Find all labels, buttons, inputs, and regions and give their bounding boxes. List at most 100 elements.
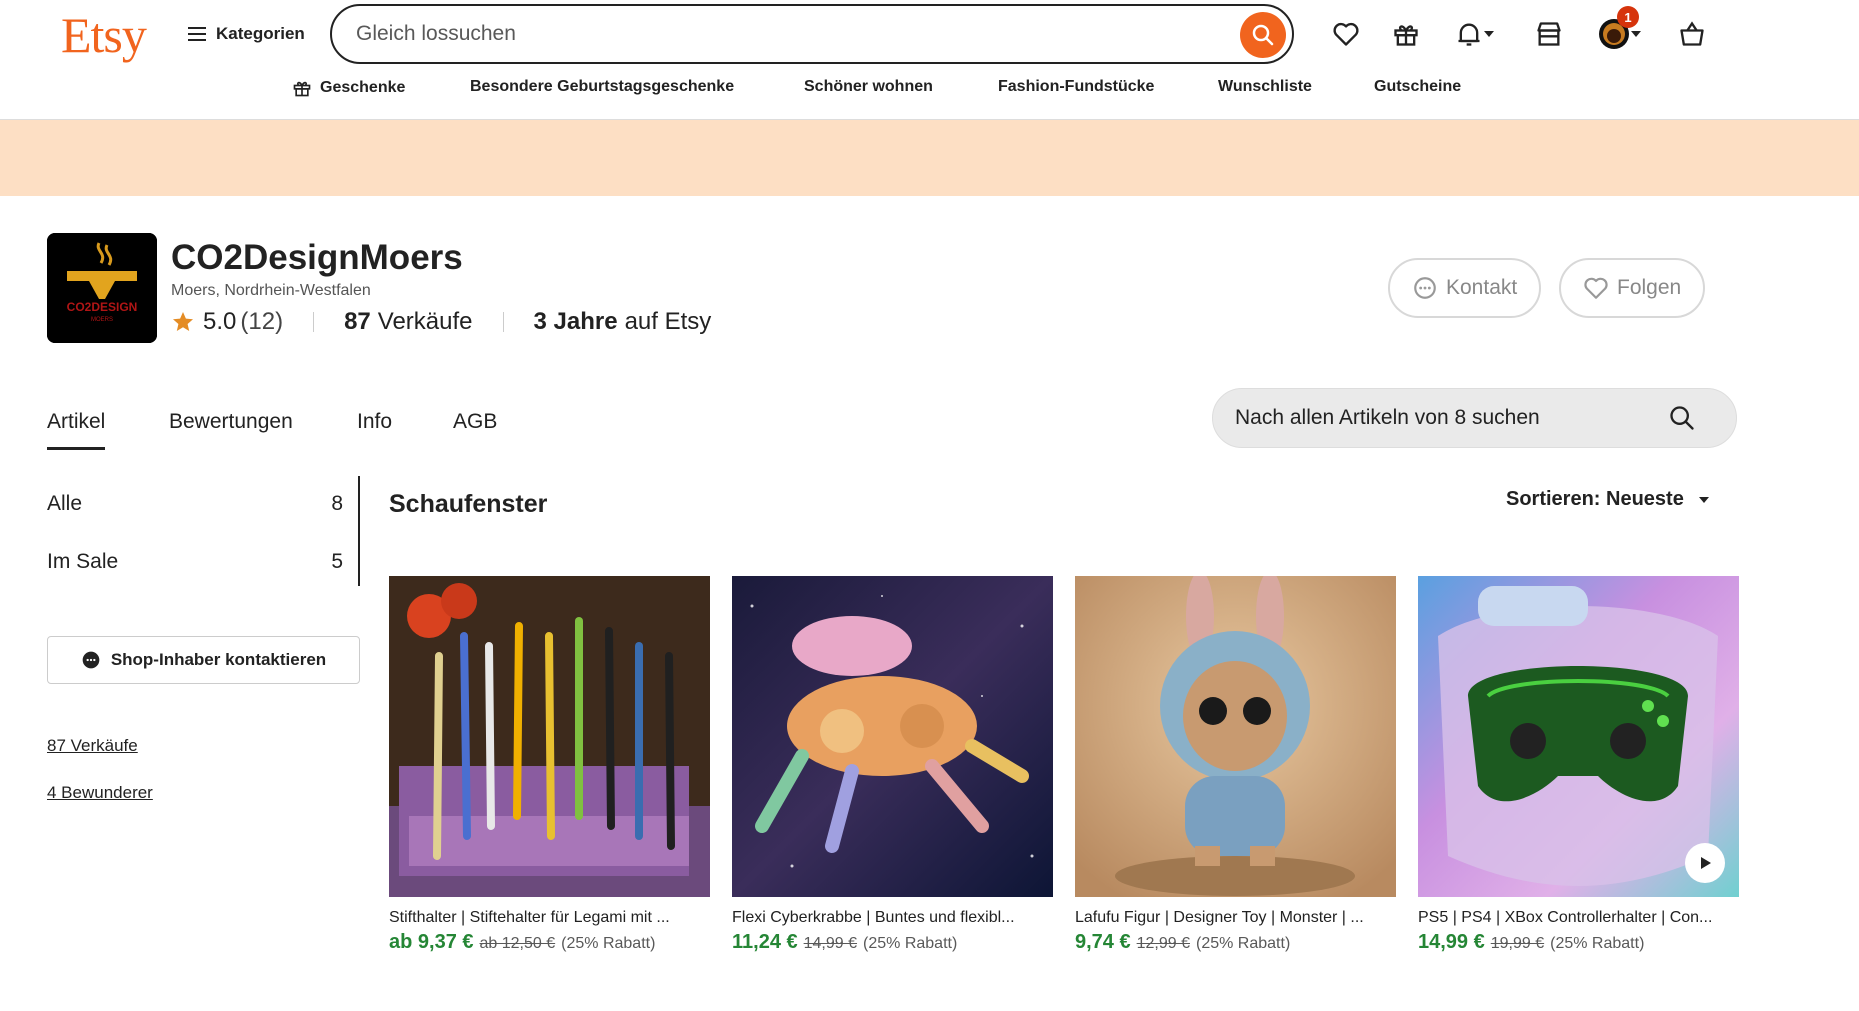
search-icon[interactable] — [1668, 404, 1696, 432]
shop-logo-text: CO2DESIGN — [67, 300, 138, 314]
listing-price-row: 9,74 € 12,99 € (25% Rabatt) — [1075, 931, 1396, 954]
shop-years: 3 Jahre — [533, 308, 618, 335]
star-icon — [173, 312, 193, 331]
favorites-button[interactable] — [1329, 16, 1363, 52]
listing-image[interactable] — [1418, 576, 1739, 897]
listing-price-row: ab 9,37 € ab 12,50 € (25% Rabatt) — [389, 931, 710, 954]
shop-header: CO2DESIGN MOERS CO2DesignMoers Moers, No… — [0, 196, 1859, 376]
gift-icon — [293, 81, 311, 97]
section-title: Schaufenster — [389, 490, 548, 518]
search-button[interactable] — [1240, 12, 1286, 58]
promo-banner — [0, 120, 1859, 196]
contact-label: Kontakt — [1446, 276, 1518, 299]
shop-search-input[interactable]: Nach allen Artikeln von 8 suchen — [1212, 388, 1737, 448]
listing-card[interactable]: PS5 | PS4 | XBox Controllerhalter | Con.… — [1418, 576, 1739, 954]
divider — [502, 312, 504, 332]
shop-logo-image: CO2DESIGN MOERS — [47, 233, 157, 343]
global-search-input[interactable] — [356, 22, 1216, 46]
sort-dropdown[interactable]: Sortieren: Neueste — [1506, 488, 1710, 511]
menu-icon — [188, 27, 206, 41]
listing-image[interactable] — [389, 576, 710, 897]
nav-item-giftcards[interactable]: Gutscheine — [1374, 78, 1461, 96]
listing-price: ab 9,37 € — [389, 931, 474, 953]
sidebar-item-label: Im Sale — [47, 550, 119, 573]
caret-down-icon — [1698, 496, 1709, 503]
divider — [313, 312, 315, 332]
sidebar-item-count: 8 — [331, 492, 343, 515]
chevron-down-icon — [1484, 31, 1494, 37]
nav-item-wishlist[interactable]: Wunschliste — [1218, 78, 1312, 96]
cart-button[interactable] — [1675, 16, 1709, 52]
shop-sales-count: 87 — [344, 308, 371, 335]
shop-content: Alle 8 Im Sale 5 Shop-Inhaber kontaktier… — [0, 476, 1859, 953]
chevron-down-icon — [1631, 31, 1641, 37]
listing-price-row: 14,99 € 19,99 € (25% Rabatt) — [1418, 931, 1739, 954]
categories-button[interactable]: Kategorien — [188, 20, 305, 48]
listing-card[interactable]: Lafufu Figur | Designer Toy | Monster | … — [1075, 576, 1396, 954]
contact-owner-label: Shop-Inhaber kontaktieren — [110, 650, 327, 669]
listing-discount: (25% Rabatt) — [561, 935, 656, 952]
notifications-button[interactable] — [1450, 16, 1500, 52]
contact-button[interactable]: Kontakt — [1388, 258, 1542, 318]
listing-price-row: 11,24 € 14,99 € (25% Rabatt) — [732, 931, 1053, 954]
play-video-button[interactable] — [1685, 843, 1725, 883]
listing-old-price: 19,99 € — [1490, 935, 1545, 952]
listing-title[interactable]: Flexi Cyberkrabbe | Buntes und flexibl..… — [732, 909, 1053, 927]
listing-title[interactable]: PS5 | PS4 | XBox Controllerhalter | Con.… — [1418, 909, 1739, 927]
search-icon — [1252, 24, 1274, 46]
tab-info[interactable]: Info — [357, 410, 392, 434]
sidebar-item-count: 5 — [331, 550, 343, 573]
tab-terms[interactable]: AGB — [453, 410, 497, 434]
sidebar-item-all[interactable]: Alle 8 — [47, 492, 343, 516]
shop-rating-count[interactable]: (12) — [240, 308, 283, 336]
shop-stats: 5.0 (12) 87 Verkäufe 3 Jahre auf Etsy — [171, 308, 711, 336]
shop-years-suffix: auf Etsy — [624, 308, 712, 335]
etsy-logo[interactable]: Etsy — [61, 6, 147, 64]
bell-icon — [1458, 23, 1480, 46]
heart-icon — [1584, 277, 1608, 299]
shop-tabs: Artikel Bewertungen Info AGB Nach allen … — [0, 376, 1859, 476]
nav-item-label: Geschenke — [320, 79, 406, 96]
listing-discount: (25% Rabatt) — [1196, 935, 1291, 952]
shop-logo-subtext: MOERS — [91, 317, 113, 323]
chat-bubble-icon — [1414, 277, 1436, 299]
shop-sales-label: Verkäufe — [377, 308, 473, 335]
contact-owner-button[interactable]: Shop-Inhaber kontaktieren — [47, 636, 360, 684]
shop-name: CO2DesignMoers — [171, 238, 463, 277]
follow-button[interactable]: Folgen — [1559, 258, 1706, 318]
listing-price: 11,24 € — [732, 931, 798, 953]
listing-image[interactable] — [1075, 576, 1396, 897]
follow-label: Folgen — [1617, 276, 1682, 299]
categories-label: Kategorien — [216, 24, 305, 43]
shop-search-placeholder: Nach allen Artikeln von 8 suchen — [1235, 406, 1540, 429]
shop-logo[interactable]: CO2DESIGN MOERS — [47, 233, 157, 343]
listing-old-price: ab 12,50 € — [479, 935, 556, 952]
nav-item-gifts[interactable]: Geschenke — [292, 78, 405, 98]
nav-item-fashion[interactable]: Fashion-Fundstücke — [998, 78, 1154, 96]
listing-title[interactable]: Lafufu Figur | Designer Toy | Monster | … — [1075, 909, 1396, 927]
shop-location: Moers, Nordrhein-Westfalen — [171, 282, 371, 299]
nav-item-birthday[interactable]: Besondere Geburtstagsgeschenke — [470, 78, 734, 96]
global-search-bar — [330, 4, 1294, 64]
admirers-link[interactable]: 4 Bewunderer — [47, 783, 153, 803]
listing-old-price: 14,99 € — [803, 935, 858, 952]
listing-card[interactable]: Stifthalter | Stiftehalter für Legami mi… — [389, 576, 710, 954]
listing-title[interactable]: Stifthalter | Stiftehalter für Legami mi… — [389, 909, 710, 927]
listing-discount: (25% Rabatt) — [863, 935, 958, 952]
tab-reviews[interactable]: Bewertungen — [169, 410, 293, 434]
shop-manager-button[interactable] — [1532, 16, 1566, 52]
sidebar-item-sale[interactable]: Im Sale 5 — [47, 550, 343, 574]
chat-bubble-icon — [82, 651, 100, 669]
tab-articles[interactable]: Artikel — [47, 410, 106, 450]
listing-discount: (25% Rabatt) — [1550, 935, 1645, 952]
gift-button[interactable] — [1389, 16, 1423, 52]
listing-image[interactable] — [732, 576, 1053, 897]
shop-rating: 5.0 — [203, 308, 237, 335]
sort-label: Sortieren: Neueste — [1506, 488, 1684, 510]
sales-link[interactable]: 87 Verkäufe — [47, 736, 138, 756]
store-icon — [1537, 22, 1561, 46]
site-header: Etsy Kategorien 1 Geschenke Besondere Ge… — [0, 0, 1859, 120]
nav-item-home[interactable]: Schöner wohnen — [804, 78, 933, 96]
listing-card[interactable]: Flexi Cyberkrabbe | Buntes und flexibl..… — [732, 576, 1053, 954]
sidebar-active-indicator — [358, 476, 360, 586]
